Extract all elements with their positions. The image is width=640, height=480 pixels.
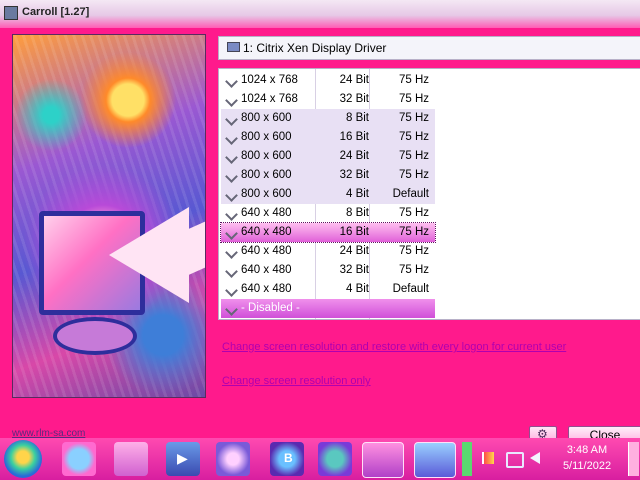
- taskbar: 3:48 AM 5/11/2022: [0, 438, 640, 480]
- internet-explorer-icon[interactable]: [62, 442, 96, 476]
- resolution-cell: 1024 x 768: [241, 93, 298, 105]
- color-depth-cell: 32 Bit: [339, 169, 369, 181]
- adapter-label: 1: Citrix Xen Display Driver: [243, 41, 387, 55]
- refresh-rate-cell: 75 Hz: [398, 226, 429, 238]
- title-bar: Carroll [1.27]: [0, 0, 640, 28]
- disabled-label: - Disabled -: [241, 302, 300, 314]
- resolution-icon: [225, 113, 238, 126]
- color-depth-cell: 24 Bit: [339, 74, 369, 86]
- color-depth-cell: 4 Bit: [345, 283, 369, 295]
- clock-date: 5/11/2022: [562, 460, 612, 472]
- color-depth-cell: 8 Bit: [345, 207, 369, 219]
- resolution-row[interactable]: 800 x 600 8 Bit 75 Hz: [221, 109, 435, 128]
- refresh-rate-cell: 75 Hz: [398, 245, 429, 257]
- resolution-row[interactable]: 1024 x 768 24 Bit 75 Hz: [221, 71, 435, 90]
- resolution-row[interactable]: 640 x 480 24 Bit 75 Hz: [221, 242, 435, 261]
- resolution-cell: 640 x 480: [241, 226, 292, 238]
- color-depth-cell: 24 Bit: [339, 245, 369, 257]
- refresh-rate-cell: 75 Hz: [398, 207, 429, 219]
- resolution-row[interactable]: 640 x 480 4 Bit Default: [221, 280, 435, 299]
- resolution-icon: [225, 132, 238, 145]
- monitor-preview-image: [12, 34, 206, 398]
- resolution-icon: [225, 246, 238, 259]
- resolution-icon: [225, 151, 238, 164]
- action-center-flag-icon[interactable]: [482, 452, 494, 464]
- resolution-icon: [225, 265, 238, 278]
- resolution-cell: 640 x 480: [241, 207, 292, 219]
- refresh-rate-cell: 75 Hz: [398, 93, 429, 105]
- color-depth-cell: 8 Bit: [345, 112, 369, 124]
- refresh-rate-cell: 75 Hz: [398, 131, 429, 143]
- resolution-row[interactable]: 800 x 600 24 Bit 75 Hz: [221, 147, 435, 166]
- resolution-cell: 640 x 480: [241, 264, 292, 276]
- resolution-cell: 1024 x 768: [241, 74, 298, 86]
- resolution-icon: [225, 227, 238, 240]
- color-depth-cell: 16 Bit: [339, 226, 369, 238]
- resolution-cell: 800 x 600: [241, 188, 292, 200]
- media-player-icon[interactable]: [166, 442, 200, 476]
- resolution-row-selected[interactable]: 640 x 480 16 Bit 75 Hz: [220, 222, 436, 243]
- resolution-icon: [225, 170, 238, 183]
- volume-icon[interactable]: [530, 452, 540, 464]
- refresh-rate-cell: 75 Hz: [398, 112, 429, 124]
- resolution-cell: 640 x 480: [241, 283, 292, 295]
- resolution-row[interactable]: 640 x 480 32 Bit 75 Hz: [221, 261, 435, 280]
- color-depth-cell: 32 Bit: [339, 93, 369, 105]
- color-depth-cell: 24 Bit: [339, 150, 369, 162]
- system-clock[interactable]: 3:48 AM 5/11/2022: [556, 442, 618, 474]
- resolution-cell: 800 x 600: [241, 131, 292, 143]
- resolution-cell: 800 x 600: [241, 169, 292, 181]
- color-depth-cell: 4 Bit: [345, 188, 369, 200]
- color-depth-cell: 16 Bit: [339, 131, 369, 143]
- resolution-icon: [225, 75, 238, 88]
- preview-arrow: [109, 207, 189, 303]
- refresh-rate-cell: Default: [392, 188, 429, 200]
- browser-icon[interactable]: [216, 442, 250, 476]
- refresh-rate-cell: Default: [392, 283, 429, 295]
- taskbar-divider: [462, 442, 472, 476]
- b-app-icon[interactable]: [270, 442, 304, 476]
- resolution-cell: 800 x 600: [241, 112, 292, 124]
- change-and-restore-link[interactable]: Change screen resolution and restore wit…: [222, 341, 566, 353]
- resolution-icon: [225, 208, 238, 221]
- adapter-header: 1: Citrix Xen Display Driver: [218, 36, 640, 60]
- change-only-link[interactable]: Change screen resolution only: [222, 375, 371, 387]
- app-icon: [4, 6, 18, 20]
- clock-time: 3:48 AM: [566, 444, 608, 456]
- disabled-row[interactable]: - Disabled -: [221, 299, 435, 318]
- color-depth-cell: 32 Bit: [339, 264, 369, 276]
- carroll-app-icon[interactable]: [362, 442, 404, 478]
- resolution-row[interactable]: 1024 x 768 32 Bit 75 Hz: [221, 90, 435, 109]
- resolution-icon: [225, 284, 238, 297]
- windows-explorer-icon[interactable]: [114, 442, 148, 476]
- refresh-rate-cell: 75 Hz: [398, 74, 429, 86]
- resolution-cell: 800 x 600: [241, 150, 292, 162]
- resolution-row[interactable]: 800 x 600 32 Bit 75 Hz: [221, 166, 435, 185]
- refresh-rate-cell: 75 Hz: [398, 169, 429, 181]
- refresh-rate-cell: 75 Hz: [398, 264, 429, 276]
- resolution-row[interactable]: 800 x 600 16 Bit 75 Hz: [221, 128, 435, 147]
- network-icon[interactable]: [506, 452, 524, 468]
- resolution-cell: 640 x 480: [241, 245, 292, 257]
- window-title: Carroll [1.27]: [22, 6, 90, 18]
- resolution-icon: [225, 303, 238, 316]
- refresh-rate-cell: 75 Hz: [398, 150, 429, 162]
- display-app-icon[interactable]: [414, 442, 456, 478]
- resolution-list[interactable]: 1024 x 768 24 Bit 75 Hz 1024 x 768 32 Bi…: [218, 68, 640, 320]
- resolution-icon: [225, 94, 238, 107]
- resolution-row[interactable]: 800 x 600 4 Bit Default: [221, 185, 435, 204]
- monitor-icon: [227, 42, 240, 52]
- settings-app-icon[interactable]: [318, 442, 352, 476]
- preview-monitor-stand: [53, 317, 137, 355]
- show-desktop-button[interactable]: [628, 442, 639, 476]
- resolution-row[interactable]: 640 x 480 8 Bit 75 Hz: [221, 204, 435, 223]
- start-orb-icon[interactable]: [4, 440, 42, 478]
- resolution-icon: [225, 189, 238, 202]
